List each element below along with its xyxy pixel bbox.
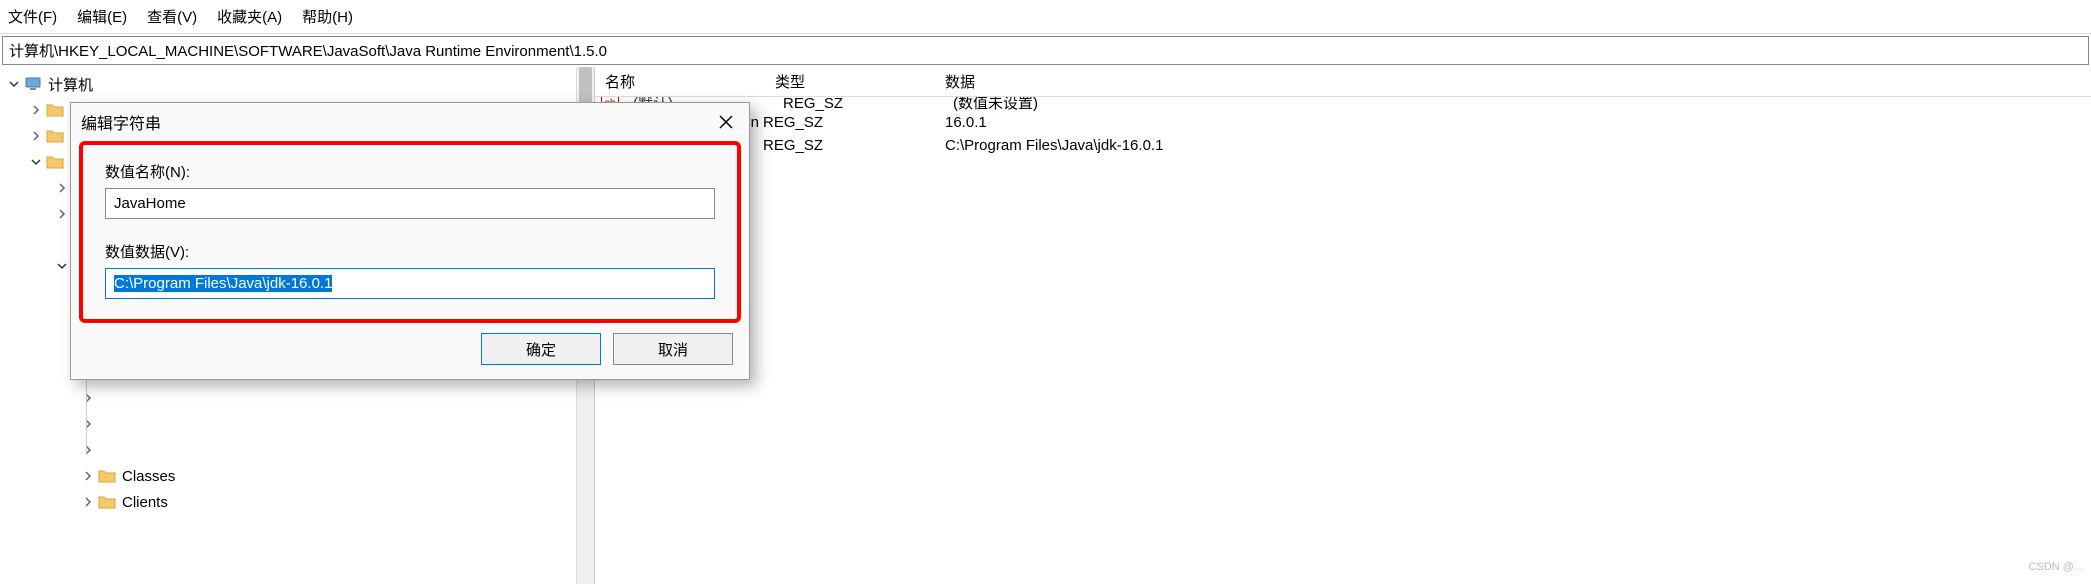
column-data[interactable]: 数据 bbox=[945, 71, 2091, 92]
chevron-right-icon bbox=[80, 390, 96, 406]
menu-help[interactable]: 帮助(H) bbox=[296, 4, 359, 29]
computer-icon bbox=[24, 75, 42, 93]
menu-bar: 文件(F) 编辑(E) 查看(V) 收藏夹(A) 帮助(H) bbox=[0, 0, 2091, 34]
chevron-right-icon bbox=[54, 180, 70, 196]
edit-string-dialog: 编辑字符串 数值名称(N): 数值数据(V): C:\Program Files… bbox=[70, 102, 750, 380]
tree-item-hidden4[interactable] bbox=[0, 437, 594, 463]
column-name[interactable]: 名称 bbox=[595, 71, 775, 92]
ok-button[interactable]: 确定 bbox=[481, 333, 601, 365]
chevron-right-icon bbox=[80, 442, 96, 458]
tree-item-clients[interactable]: Clients bbox=[0, 489, 594, 515]
table-row[interactable]: REG_SZ C:\Program Files\Java\jdk-16.0.1 bbox=[595, 134, 2091, 157]
tree-item-hidden3[interactable] bbox=[0, 411, 594, 437]
cancel-button[interactable]: 取消 bbox=[613, 333, 733, 365]
close-icon bbox=[719, 115, 733, 129]
row-data: C:\Program Files\Java\jdk-16.0.1 bbox=[945, 137, 2091, 154]
tree-item-classes[interactable]: Classes bbox=[0, 463, 594, 489]
tree-item-label: Classes bbox=[122, 468, 175, 485]
table-row[interactable]: ab (默认) REG_SZ (数值未设置) bbox=[595, 97, 2091, 111]
chevron-right-icon bbox=[80, 468, 96, 484]
table-row[interactable]: n REG_SZ 16.0.1 bbox=[595, 111, 2091, 134]
value-data-selected-text: C:\Program Files\Java\jdk-16.0.1 bbox=[114, 275, 332, 292]
chevron-right-icon bbox=[80, 494, 96, 510]
row-type: REG_SZ bbox=[783, 97, 953, 111]
address-bar[interactable]: 计算机\HKEY_LOCAL_MACHINE\SOFTWARE\JavaSoft… bbox=[2, 36, 2089, 65]
tree-item-computer[interactable]: 计算机 bbox=[0, 71, 594, 97]
scrollbar-thumb[interactable] bbox=[579, 67, 592, 103]
value-name-input[interactable] bbox=[105, 188, 715, 219]
chevron-right-icon bbox=[80, 416, 96, 432]
menu-view[interactable]: 查看(V) bbox=[141, 4, 203, 29]
close-button[interactable] bbox=[713, 109, 739, 135]
dialog-button-row: 确定 取消 bbox=[71, 323, 749, 379]
column-type[interactable]: 类型 bbox=[775, 71, 945, 92]
folder-icon bbox=[46, 153, 64, 171]
row-type: REG_SZ bbox=[763, 114, 945, 131]
chevron-down-icon bbox=[54, 258, 70, 274]
chevron-down-icon bbox=[6, 76, 22, 92]
menu-edit[interactable]: 编辑(E) bbox=[71, 4, 133, 29]
list-header: 名称 类型 数据 bbox=[595, 67, 2091, 97]
dialog-body-highlight: 数值名称(N): 数值数据(V): C:\Program Files\Java\… bbox=[79, 141, 741, 323]
dialog-titlebar[interactable]: 编辑字符串 bbox=[71, 103, 749, 141]
chevron-right-icon bbox=[28, 128, 44, 144]
row-type: REG_SZ bbox=[763, 137, 945, 154]
folder-icon bbox=[46, 101, 64, 119]
value-data-label: 数值数据(V): bbox=[105, 241, 715, 262]
chevron-right-icon bbox=[54, 206, 70, 222]
chevron-down-icon bbox=[28, 154, 44, 170]
chevron-right-icon bbox=[28, 102, 44, 118]
menu-favorites[interactable]: 收藏夹(A) bbox=[211, 4, 288, 29]
row-data: 16.0.1 bbox=[945, 114, 2091, 131]
value-list-pane: 名称 类型 数据 ab (默认) REG_SZ (数值未设置) n REG_SZ… bbox=[595, 67, 2091, 584]
menu-file[interactable]: 文件(F) bbox=[2, 4, 63, 29]
tree-item-label: 计算机 bbox=[48, 74, 93, 95]
folder-icon bbox=[98, 467, 116, 485]
dialog-title: 编辑字符串 bbox=[81, 110, 713, 134]
value-data-input[interactable]: C:\Program Files\Java\jdk-16.0.1 bbox=[105, 268, 715, 299]
row-data: (数值未设置) bbox=[953, 97, 2091, 111]
value-name-label: 数值名称(N): bbox=[105, 161, 715, 182]
folder-icon bbox=[46, 127, 64, 145]
folder-icon bbox=[98, 493, 116, 511]
tree-item-hidden2[interactable] bbox=[0, 385, 594, 411]
chevron-right-icon bbox=[54, 232, 70, 248]
tree-item-label: Clients bbox=[122, 494, 168, 511]
watermark: CSDN @... bbox=[2028, 561, 2083, 573]
